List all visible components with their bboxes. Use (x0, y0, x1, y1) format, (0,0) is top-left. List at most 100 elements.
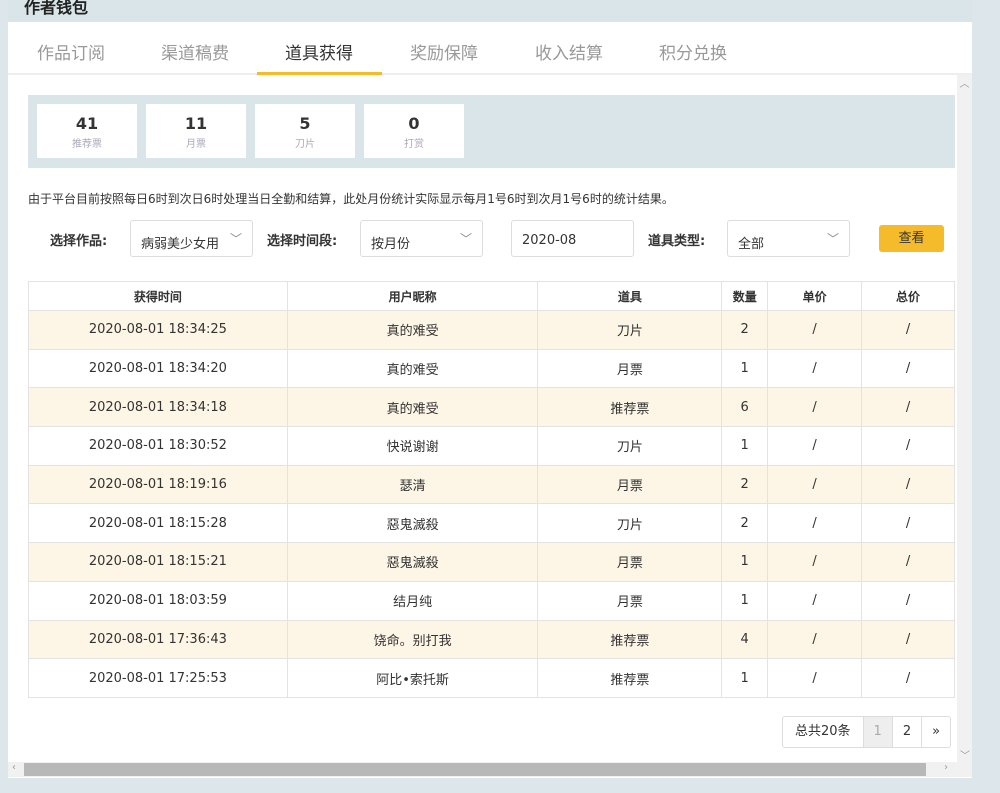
table-cell: / (767, 464, 863, 505)
stat-value: 5 (299, 114, 311, 133)
page-1[interactable]: 1 (862, 717, 892, 747)
column-header: 用户昵称 (286, 281, 539, 311)
stat-blade: 5 刀片 (255, 104, 355, 158)
wallet-card: 作品订阅 渠道稿费 道具获得 奖励保障 收入结算 积分兑换 41 推荐票 11 月票… (8, 22, 972, 778)
vertical-scrollbar[interactable]: ︿ ﹀ (957, 75, 972, 762)
table-cell: / (861, 348, 955, 389)
column-header: 总价 (861, 281, 955, 311)
work-select[interactable]: 病弱美少女用 ﹀ (130, 220, 253, 257)
table-row: 2020-08-01 18:19:16 瑟清 月票 2// (28, 464, 955, 505)
column-header: 数量 (721, 281, 769, 311)
scroll-up-icon[interactable]: ︿ (960, 79, 970, 90)
table-cell: / (861, 503, 955, 544)
view-button[interactable]: 查看 (879, 225, 944, 252)
tab-bar: 作品订阅 渠道稿费 道具获得 奖励保障 收入结算 积分兑换 (8, 22, 972, 75)
scroll-down-icon[interactable]: ﹀ (960, 747, 970, 762)
table-cell: 阿比•索托斯 (286, 658, 539, 698)
column-header: 道具 (537, 281, 723, 311)
chevron-down-icon: ﹀ (459, 232, 472, 246)
table-cell: 真的难受 (286, 310, 539, 350)
stat-recommend: 41 推荐票 (37, 104, 137, 158)
table-cell: 推荐票 (537, 658, 723, 698)
table-cell: / (861, 658, 955, 698)
table-cell: 1 (721, 658, 769, 698)
column-header: 获得时间 (28, 281, 288, 311)
page-title: 作者钱包 (24, 0, 89, 17)
table-cell: / (767, 619, 863, 660)
stat-value: 11 (184, 114, 208, 133)
table-cell: / (861, 426, 955, 466)
table-cell: 2020-08-01 18:34:25 (28, 310, 288, 350)
type-select[interactable]: 全部 ﹀ (727, 220, 850, 257)
pagination: 总共20条 1 2 » (782, 716, 952, 748)
table-cell: 刀片 (537, 426, 723, 466)
period-label: 选择时间段: (267, 234, 338, 249)
month-input[interactable]: 2020-08 (511, 220, 634, 257)
page-2[interactable]: 2 (891, 717, 921, 747)
table-row: 2020-08-01 18:03:59 结月纯 月票 1// (28, 580, 955, 621)
table-cell: 2020-08-01 17:25:53 (28, 658, 288, 698)
stat-monthly: 11 月票 (146, 104, 246, 158)
type-value: 全部 (738, 237, 765, 252)
tab-subscriptions[interactable]: 作品订阅 (37, 39, 105, 64)
table-cell: 月票 (537, 542, 723, 582)
table-cell: / (861, 387, 955, 428)
table-row: 2020-08-01 18:34:25 真的难受 刀片 2// (28, 310, 955, 350)
tab-rewards[interactable]: 奖励保障 (410, 39, 478, 64)
table-cell: 2020-08-01 18:03:59 (28, 580, 288, 621)
tab-items[interactable]: 道具获得 (285, 39, 353, 64)
scroll-right-icon[interactable]: › (944, 762, 948, 773)
table-cell: 4 (721, 619, 769, 660)
table-cell: / (767, 348, 863, 389)
horizontal-scrollbar[interactable]: ‹ › (8, 762, 972, 777)
table-cell: 快说谢谢 (286, 426, 539, 466)
table-cell: 2020-08-01 17:36:43 (28, 619, 288, 660)
table-cell: 2020-08-01 18:19:16 (28, 464, 288, 505)
table-cell: 月票 (537, 348, 723, 389)
period-select[interactable]: 按月份 ﹀ (360, 220, 483, 257)
tab-channel-fees[interactable]: 渠道稿费 (161, 39, 229, 64)
scrollbar-thumb[interactable] (24, 763, 926, 776)
table-row: 2020-08-01 18:15:28 惡鬼滅殺 刀片 2// (28, 503, 955, 544)
table-cell: 2 (721, 310, 769, 350)
next-page-button[interactable]: » (921, 717, 950, 747)
table-cell: / (767, 580, 863, 621)
active-tab-indicator (257, 72, 382, 75)
table-row: 2020-08-01 18:34:20 真的难受 月票 1// (28, 348, 955, 389)
stats-note: 由于平台目前按照每日6时到次日6时处理当日全勤和结算，此处月份统计实际显示每月1… (28, 192, 674, 206)
table-row: 2020-08-01 18:34:18 真的难受 推荐票 6// (28, 387, 955, 428)
table-cell: 饶命。别打我 (286, 619, 539, 660)
table-cell: 2 (721, 464, 769, 505)
page-header: 作者钱包 (8, 0, 972, 22)
table-cell: 2 (721, 503, 769, 544)
table-cell: 真的难受 (286, 348, 539, 389)
table-cell: / (767, 387, 863, 428)
table-cell: 6 (721, 387, 769, 428)
scroll-left-icon[interactable]: ‹ (12, 762, 16, 773)
table-cell: 刀片 (537, 503, 723, 544)
stat-tips: 0 打赏 (364, 104, 464, 158)
table-cell: 2020-08-01 18:15:21 (28, 542, 288, 582)
table-cell: 1 (721, 426, 769, 466)
table-cell: 瑟清 (286, 464, 539, 505)
table-cell: 真的难受 (286, 387, 539, 428)
tab-points[interactable]: 积分兑换 (659, 39, 727, 64)
table-row: 2020-08-01 17:25:53 阿比•索托斯 推荐票 1// (28, 658, 955, 698)
total-count: 总共20条 (795, 724, 851, 739)
stat-value: 41 (75, 114, 99, 133)
table-cell: / (767, 310, 863, 350)
table-row: 2020-08-01 18:30:52 快说谢谢 刀片 1// (28, 426, 955, 466)
stat-label: 月票 (186, 139, 206, 150)
work-label: 选择作品: (50, 234, 108, 249)
chevron-down-icon: ﹀ (826, 232, 839, 246)
table-cell: / (861, 619, 955, 660)
table-cell: 2020-08-01 18:15:28 (28, 503, 288, 544)
table-cell: / (861, 310, 955, 350)
period-value: 按月份 (371, 237, 411, 252)
tab-settlement[interactable]: 收入结算 (535, 39, 603, 64)
stats-panel: 41 推荐票 11 月票 5 刀片 0 打赏 (28, 95, 955, 168)
stat-value: 0 (408, 114, 420, 133)
table-cell: 推荐票 (537, 619, 723, 660)
table-cell: 2020-08-01 18:34:20 (28, 348, 288, 389)
stat-label: 打赏 (404, 139, 424, 150)
